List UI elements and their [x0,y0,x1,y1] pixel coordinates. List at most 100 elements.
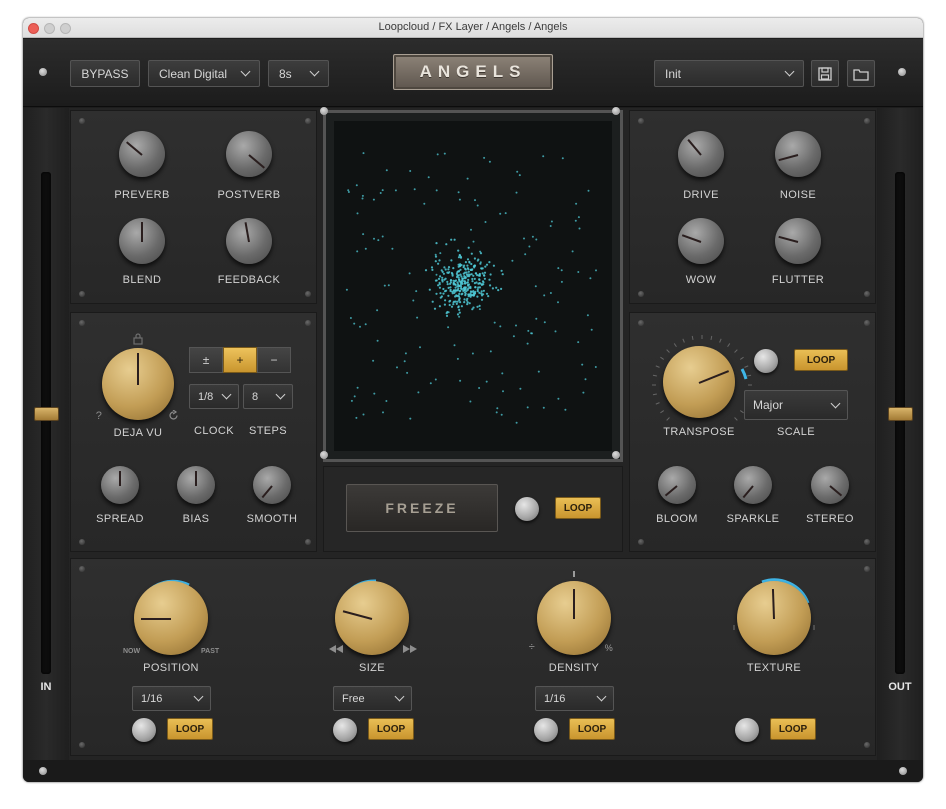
position-loop-knob[interactable] [132,718,156,742]
size-loop-button[interactable]: LOOP [368,718,414,740]
header-bar: BYPASS Clean Digital 8s ANGELS Init [23,39,923,107]
density-loop-knob[interactable] [534,718,558,742]
particle [447,311,450,314]
particle [516,170,519,173]
particle [489,284,492,287]
bypass-button[interactable]: BYPASS [70,60,140,87]
particle [467,273,470,276]
particle [455,302,458,305]
blend-knob[interactable] [119,218,165,264]
particle [349,317,352,319]
particle [480,298,484,301]
deja-vu-knob[interactable] [102,348,174,420]
preset-dropdown[interactable]: Init [654,60,804,87]
tick-mark [673,343,677,348]
stereo-knob[interactable] [811,466,849,504]
particle [459,280,462,283]
particle [449,279,452,282]
input-rail: IN [23,108,69,760]
flutter-label: FLUTTER [771,274,825,286]
position-past-label: PAST [201,648,220,655]
position-division-dropdown[interactable]: 1/16 [132,686,211,711]
particle [488,261,491,264]
bloom-knob[interactable] [658,466,696,504]
mode-negative-button[interactable]: − [257,347,291,373]
question-icon[interactable]: ? [94,410,104,422]
texture-knob[interactable] [737,581,811,655]
position-knob[interactable] [134,581,208,655]
particle [452,303,455,306]
particle [444,277,447,280]
density-knob[interactable] [537,581,611,655]
freeze-loop-button[interactable]: LOOP [555,497,601,519]
lock-icon[interactable] [132,333,144,345]
density-label: DENSITY [548,662,600,674]
particle [557,397,560,400]
size-mode-dropdown[interactable]: Free [333,686,412,711]
freeze-button[interactable]: FREEZE [346,484,498,532]
wow-knob[interactable] [678,218,724,264]
particle [515,421,518,424]
particle [412,299,415,302]
spread-knob[interactable] [101,466,139,504]
particle [448,271,451,273]
scale-label: SCALE [776,426,816,438]
particle [464,292,467,295]
tick-mark [719,338,722,343]
drive-knob[interactable] [678,131,724,177]
transpose-loop-button[interactable]: LOOP [794,349,848,371]
feedback-knob[interactable] [226,218,272,264]
save-preset-button[interactable] [811,60,839,87]
texture-loop-knob[interactable] [735,718,759,742]
particle [373,392,376,395]
texture-loop-button[interactable]: LOOP [770,718,816,740]
sparkle-knob[interactable] [734,466,772,504]
refresh-icon[interactable] [168,410,179,421]
particle [364,247,367,250]
size-knob[interactable] [335,581,409,655]
bias-knob[interactable] [177,466,215,504]
particle [459,284,462,287]
clock-dropdown[interactable]: 1/8 [189,384,239,409]
particle [469,400,472,403]
rewind-icon [329,645,343,653]
noise-knob[interactable] [775,131,821,177]
blend-label: BLEND [122,274,162,286]
transpose-knob[interactable] [663,346,735,418]
particle [453,291,456,294]
particle [512,335,515,338]
freeze-loop-knob[interactable] [515,497,539,521]
transpose-loop-knob[interactable] [754,349,778,373]
particle [442,292,445,295]
input-fader-handle[interactable] [34,407,59,421]
time-dropdown[interactable]: 8s [268,60,329,87]
particle [470,262,473,266]
window-title: Loopcloud / FX Layer / Angels / Angels [378,21,568,33]
density-division-dropdown[interactable]: 1/16 [535,686,614,711]
particle [535,317,538,320]
mode-dropdown[interactable]: Clean Digital [148,60,260,87]
particle [476,204,479,207]
scale-dropdown[interactable]: Major [744,390,848,420]
density-loop-button[interactable]: LOOP [569,718,615,740]
grain-panel: NOW PAST POSITION 1/16 LOOP SIZE Free LO… [70,558,876,756]
smooth-knob[interactable] [253,466,291,504]
position-loop-button[interactable]: LOOP [167,718,213,740]
chevron-down-icon [784,66,795,77]
particle [560,280,563,283]
wow-label: WOW [685,274,717,286]
open-preset-button[interactable] [847,60,875,87]
size-loop-knob[interactable] [333,718,357,742]
steps-dropdown[interactable]: 8 [243,384,293,409]
preverb-knob[interactable] [119,131,165,177]
output-fader-handle[interactable] [888,407,913,421]
particle [448,303,451,307]
particle [449,286,452,289]
particle [450,238,453,241]
flutter-knob[interactable] [775,218,821,264]
mode-positive-button[interactable]: + [223,347,257,373]
postverb-knob[interactable] [226,131,272,177]
particle [449,282,452,285]
mode-bipolar-button[interactable]: ± [189,347,223,373]
particle [459,301,462,304]
